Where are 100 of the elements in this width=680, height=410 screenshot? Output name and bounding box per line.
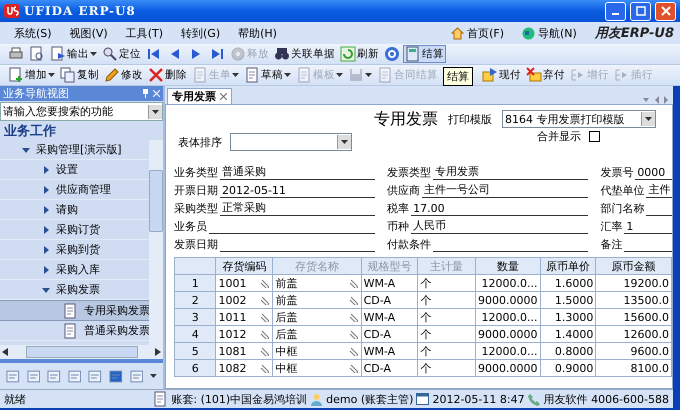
input-field[interactable]: 17.00 [411, 202, 588, 216]
menu-item[interactable]: 转到(G) [181, 26, 220, 40]
collapsed-arrow-icon[interactable] [42, 166, 50, 174]
toolbar-button[interactable]: 刷新 [338, 45, 381, 63]
paperclip-icon[interactable] [260, 363, 270, 373]
checkbox[interactable] [589, 130, 600, 142]
table-cell[interactable]: 1012 [216, 326, 273, 342]
shortcut-icon[interactable] [47, 370, 61, 382]
collapsed-arrow-icon[interactable] [42, 266, 50, 274]
input-field[interactable]: 正常采购 [220, 200, 376, 216]
menu-item[interactable]: 系统(S) [14, 26, 52, 40]
close-button[interactable] [655, 2, 676, 20]
table-cell[interactable]: 前盖 [272, 274, 362, 292]
paperclip-icon[interactable] [348, 329, 359, 339]
table-cell[interactable]: 中框 [272, 360, 362, 376]
paperclip-icon[interactable] [260, 329, 270, 339]
paperclip-icon[interactable] [260, 295, 270, 305]
shortcut-icon[interactable] [68, 370, 82, 382]
table-cell[interactable]: 前盖 [272, 292, 362, 308]
input-field[interactable]: 人民币 [411, 218, 588, 234]
horizontal-scrollbar[interactable] [0, 345, 163, 359]
panel-title: 业务导航视图 [3, 86, 70, 101]
input-field[interactable]: 2012-05-11 [220, 184, 376, 198]
toolbar-button[interactable]: 结算 [403, 45, 446, 63]
table-cell[interactable]: 1002 [216, 292, 273, 308]
nav-link[interactable]: 首页(F) [451, 26, 504, 40]
refresh-icon [340, 46, 356, 62]
scroll-left-icon[interactable] [2, 348, 8, 356]
toolbar-button[interactable]: 定位 [100, 45, 143, 63]
shortcut-icon[interactable] [88, 370, 102, 382]
maximize-button[interactable] [630, 2, 651, 20]
paperclip-icon[interactable] [260, 346, 270, 356]
toolbar-button[interactable]: 增加 [6, 66, 57, 84]
collapsed-arrow-icon[interactable] [42, 186, 50, 194]
paperclip-icon[interactable] [348, 346, 359, 356]
nav-link[interactable]: 导航(N) [522, 26, 577, 40]
table-cell: 12000.0... [476, 342, 540, 360]
template-dropdown[interactable]: 8164 专用发票打印模版 [502, 110, 656, 128]
input-field[interactable]: 1 [624, 220, 672, 234]
table-cell[interactable]: 1082 [216, 360, 273, 376]
paperclip-icon[interactable] [348, 363, 359, 373]
close-icon[interactable] [220, 93, 227, 100]
table-cell[interactable]: 后盖 [272, 308, 362, 326]
paperclip-icon[interactable] [348, 312, 359, 322]
expanded-arrow-icon[interactable] [22, 146, 30, 154]
toolbar-button[interactable]: 修改 [102, 66, 145, 84]
table-cell[interactable]: 中框 [272, 342, 362, 360]
collapsed-arrow-icon[interactable] [42, 226, 50, 234]
table-cell[interactable]: 后盖 [272, 326, 362, 342]
row-number: 4 [174, 326, 216, 342]
row-number: 3 [174, 308, 216, 326]
menu-item[interactable]: 工具(T) [126, 26, 163, 40]
table-cell: 0.9000 [540, 360, 596, 376]
shortcut-icon[interactable] [108, 370, 123, 382]
document-icon [296, 67, 312, 83]
checkbox-label: 合并显示 [537, 128, 581, 144]
input-field[interactable]: 主件一号公司 [422, 182, 588, 198]
shortcut-icon[interactable] [26, 370, 40, 382]
collapsed-arrow-icon[interactable] [42, 206, 50, 214]
vertical-scrollbar[interactable] [149, 140, 163, 345]
search-field[interactable]: 请输入您要搜索的功能 [0, 102, 163, 121]
paperclip-icon[interactable] [348, 278, 359, 288]
table-cell: 19200.0 [596, 274, 672, 292]
toolbar-button[interactable]: 现付 [480, 66, 523, 84]
export-icon [50, 46, 66, 62]
last-arrow-icon [209, 46, 225, 62]
input-field[interactable]: 0000 [635, 166, 672, 180]
shortcut-icon[interactable] [6, 370, 20, 382]
menu-item[interactable]: 视图(V) [70, 26, 108, 40]
table-cell: WM-A [361, 308, 418, 326]
field-label: 业务员 [174, 219, 207, 234]
table-cell: 0.8000 [540, 342, 596, 360]
menu-item[interactable]: 帮助(H) [238, 26, 277, 40]
pin-icon[interactable] [142, 89, 149, 98]
paperclip-icon[interactable] [348, 295, 359, 305]
collapsed-arrow-icon[interactable] [42, 246, 50, 254]
sort-dropdown[interactable] [230, 133, 352, 151]
table-cell: CD-A [361, 360, 418, 376]
field-label: 部门名称 [600, 201, 644, 216]
toolbar-button[interactable]: 弃付 [524, 66, 567, 84]
expanded-arrow-icon[interactable] [42, 286, 50, 294]
table-cell[interactable]: 1011 [216, 308, 273, 326]
input-field[interactable]: 专用发票 [433, 164, 588, 180]
status-message: 就绪 [4, 392, 27, 406]
minimize-button[interactable] [605, 2, 626, 20]
scroll-right-icon[interactable] [155, 348, 161, 356]
table-cell[interactable]: 1081 [216, 342, 273, 360]
input-field[interactable]: 普通采购 [220, 164, 376, 180]
paperclip-icon[interactable] [260, 278, 270, 288]
toolbar-button[interactable]: 关联单据 [272, 45, 337, 63]
input-field[interactable]: 主件 [646, 182, 672, 198]
table-cell[interactable]: 1001 [216, 274, 273, 292]
shortcut-icon[interactable] [130, 370, 144, 382]
document-tab[interactable]: 专用发票 [167, 88, 232, 104]
paperclip-icon[interactable] [260, 312, 270, 322]
toolbar-button[interactable]: 删除 [146, 66, 189, 84]
toolbar-button[interactable]: 草稿 [242, 66, 293, 84]
field-label: 发票号 [600, 165, 634, 180]
toolbar-button[interactable]: 复制 [58, 66, 101, 84]
toolbar-button[interactable]: 输出 [48, 45, 99, 63]
